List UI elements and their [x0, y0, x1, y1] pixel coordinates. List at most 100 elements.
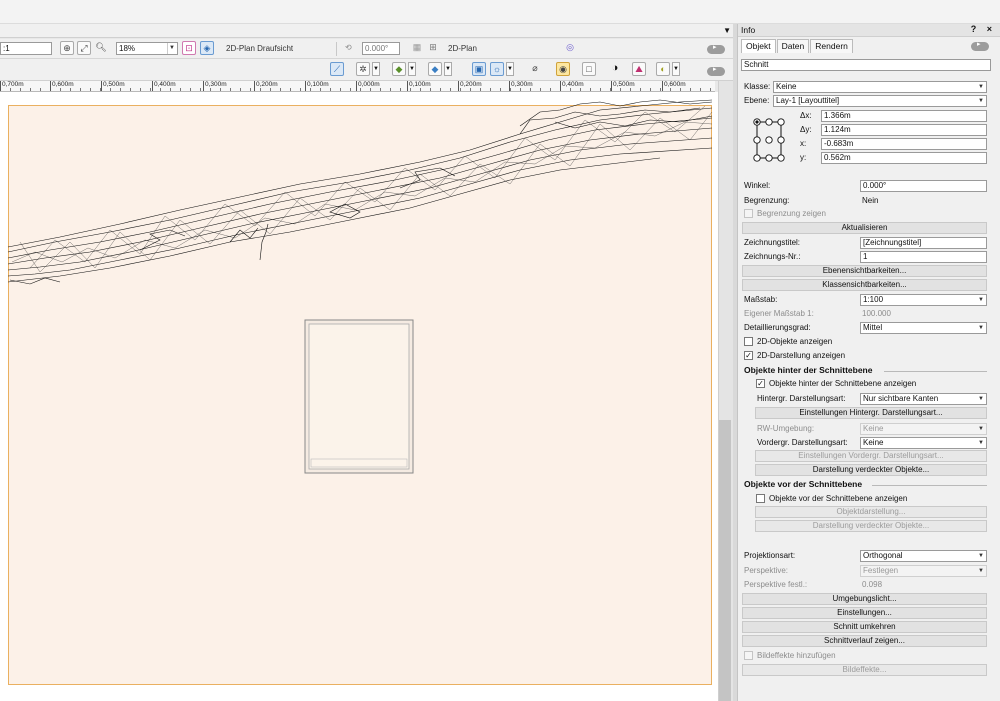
- flyover-icon[interactable]: ⟋: [330, 62, 344, 76]
- projektionsart-label: Projektionsart:: [744, 551, 796, 560]
- chevron-down-icon[interactable]: ▼: [444, 62, 452, 76]
- begrenzung-zeigen-checkbox[interactable]: [744, 209, 753, 218]
- ebenensichtbarkeiten-button[interactable]: Ebenensichtbarkeiten...: [742, 265, 987, 277]
- tab-objekt[interactable]: Objekt: [741, 39, 776, 53]
- umgebungslicht-button[interactable]: Umgebungslicht...: [742, 593, 987, 605]
- projektionsart-select[interactable]: Orthogonal ▼: [860, 550, 987, 562]
- eigener-massstab-value: 100.000: [862, 309, 891, 318]
- tab-daten[interactable]: Daten: [776, 39, 810, 53]
- ebene-select[interactable]: Lay-1 [Layouttitel] ▼: [773, 95, 987, 107]
- terrain-section-drawing[interactable]: [0, 92, 718, 701]
- ruler-label: 0,500m: [101, 81, 125, 91]
- chevron-down-icon[interactable]: ▼: [408, 62, 416, 76]
- settings-icon[interactable]: ✲: [356, 62, 370, 76]
- section-viewport-rectangle[interactable]: [304, 319, 414, 474]
- title-bar: [0, 0, 1000, 24]
- grid-icon[interactable]: ▦: [410, 41, 424, 55]
- expand-toolbar-icon[interactable]: [707, 65, 725, 76]
- palette-help-close-buttons[interactable]: ? ×: [971, 24, 996, 34]
- chevron-down-icon: ▼: [978, 568, 984, 574]
- vordergr-select[interactable]: Keine ▼: [860, 437, 987, 449]
- hintergr-value: Nur sichtbare Kanten: [863, 394, 939, 403]
- begrenzung-value: Nein: [862, 196, 879, 205]
- contrast-icon[interactable]: ◑: [608, 62, 622, 76]
- plan-view-icon[interactable]: ◈: [200, 41, 214, 55]
- expand-palette-icon[interactable]: [971, 40, 989, 51]
- behind-show-checkbox[interactable]: ✓: [756, 379, 765, 388]
- camera-icon[interactable]: ⌀: [528, 62, 542, 76]
- zeichnungstitel-label: Zeichnungstitel:: [744, 238, 801, 247]
- chevron-down-icon[interactable]: ▼: [506, 62, 514, 76]
- view-icon[interactable]: ◆: [392, 62, 406, 76]
- x-label: x:: [800, 139, 807, 148]
- detail-select[interactable]: Mittel ▼: [860, 322, 987, 334]
- frame-icon[interactable]: □: [582, 62, 596, 76]
- 2d-display-checkbox[interactable]: ✓: [744, 351, 753, 360]
- render-mode-icon[interactable]: ▣: [472, 62, 486, 76]
- zeichnungstitel-field[interactable]: [Zeichnungstitel]: [860, 237, 987, 249]
- schnittverlauf-button[interactable]: Schnittverlauf zeigen...: [742, 635, 987, 647]
- ruler-label: 0,200m: [458, 81, 482, 91]
- ruler-label: 0,300m: [203, 81, 227, 91]
- perspektive-festl-label: Perspektive festl.:: [744, 580, 808, 589]
- sheet-icon[interactable]: ◎: [563, 41, 577, 55]
- eigener-massstab-label: Eigener Maßstab 1:: [744, 309, 814, 318]
- lighting-icon[interactable]: ☼: [490, 62, 504, 76]
- zoom-page-icon[interactable]: ⤢: [77, 41, 91, 55]
- zoom-select[interactable]: 18% ▼: [116, 42, 178, 55]
- image-icon[interactable]: ⛰: [632, 62, 646, 76]
- chevron-down-icon[interactable]: ▼: [372, 62, 380, 76]
- front-verdeckt-button[interactable]: Darstellung verdeckter Objekte...: [755, 520, 987, 532]
- verdeckt-button[interactable]: Darstellung verdeckter Objekte...: [755, 464, 987, 476]
- zeichnungsnr-field[interactable]: 1: [860, 251, 987, 263]
- rw-select[interactable]: Keine ▼: [860, 423, 987, 435]
- einstellungen-button[interactable]: Einstellungen...: [742, 607, 987, 619]
- chevron-down-icon: ▼: [978, 426, 984, 432]
- x-field[interactable]: -0.683m: [821, 138, 987, 150]
- visibility-icon[interactable]: ◉: [556, 62, 570, 76]
- layer-icon[interactable]: ◐: [656, 62, 670, 76]
- projection-icon[interactable]: ◆: [428, 62, 442, 76]
- dy-field[interactable]: 1.124m: [821, 124, 987, 136]
- y-field[interactable]: 0.562m: [821, 152, 987, 164]
- ruler-label: 0,200m: [254, 81, 278, 91]
- chevron-down-icon[interactable]: ▼: [672, 62, 680, 76]
- zeichnungsnr-label: Zeichnungs-Nr.:: [744, 252, 801, 261]
- scrollbar-thumb[interactable]: [719, 420, 731, 701]
- palette-titlebar: Info ? ×: [738, 24, 1000, 37]
- bildeffekte-button[interactable]: Bildeffekte...: [742, 664, 987, 676]
- front-show-label: Objekte vor der Schnittebene anzeigen: [769, 494, 908, 503]
- klasse-select[interactable]: Keine ▼: [773, 81, 987, 93]
- magnifier-icon[interactable]: 🔍︎: [94, 41, 108, 55]
- expand-toolbar-icon[interactable]: [707, 43, 725, 54]
- schnitt-umkehren-button[interactable]: Schnitt umkehren: [742, 621, 987, 633]
- ruler-label: 0,400m: [560, 81, 584, 91]
- layer-options-icon[interactable]: ⊡: [182, 41, 196, 55]
- chevron-down-icon: ▼: [978, 440, 984, 446]
- massstab-select[interactable]: 1:100 ▼: [860, 294, 987, 306]
- bildeffekte-checkbox[interactable]: [744, 651, 753, 660]
- aktualisieren-button[interactable]: Aktualisieren: [742, 222, 987, 234]
- scale-field[interactable]: :1: [0, 42, 52, 55]
- hintergr-select[interactable]: Nur sichtbare Kanten ▼: [860, 393, 987, 405]
- y-label: y:: [800, 153, 807, 162]
- perspektive-select[interactable]: Festlegen ▼: [860, 565, 987, 577]
- vordergr-value: Keine: [863, 438, 884, 447]
- klassensichtbarkeiten-button[interactable]: Klassensichtbarkeiten...: [742, 279, 987, 291]
- tab-rendern[interactable]: Rendern: [810, 39, 853, 53]
- winkel-field[interactable]: 0.000°: [860, 180, 987, 192]
- 2d-objects-checkbox[interactable]: [744, 337, 753, 346]
- zoom-value: 18%: [119, 44, 136, 53]
- angle-field[interactable]: 0.000°: [362, 42, 400, 55]
- chevron-down-icon[interactable]: ▼: [723, 26, 731, 35]
- rw-label: RW-Umgebung:: [757, 424, 815, 433]
- vordergr-settings-button[interactable]: Einstellungen Vordergr. Darstellungsart.…: [755, 450, 987, 462]
- dx-field[interactable]: 1.366m: [821, 110, 987, 122]
- front-show-checkbox[interactable]: [756, 494, 765, 503]
- objektdarstellung-button[interactable]: Objektdarstellung...: [755, 506, 987, 518]
- columns-icon[interactable]: ⊞: [426, 41, 440, 55]
- bounding-box-anchor-icon[interactable]: [751, 117, 787, 162]
- hintergr-settings-button[interactable]: Einstellungen Hintergr. Darstellungsart.…: [755, 407, 987, 419]
- behind-section-header: Objekte hinter der Schnittebene: [744, 365, 873, 375]
- zoom-extent-icon[interactable]: ⊕: [60, 41, 74, 55]
